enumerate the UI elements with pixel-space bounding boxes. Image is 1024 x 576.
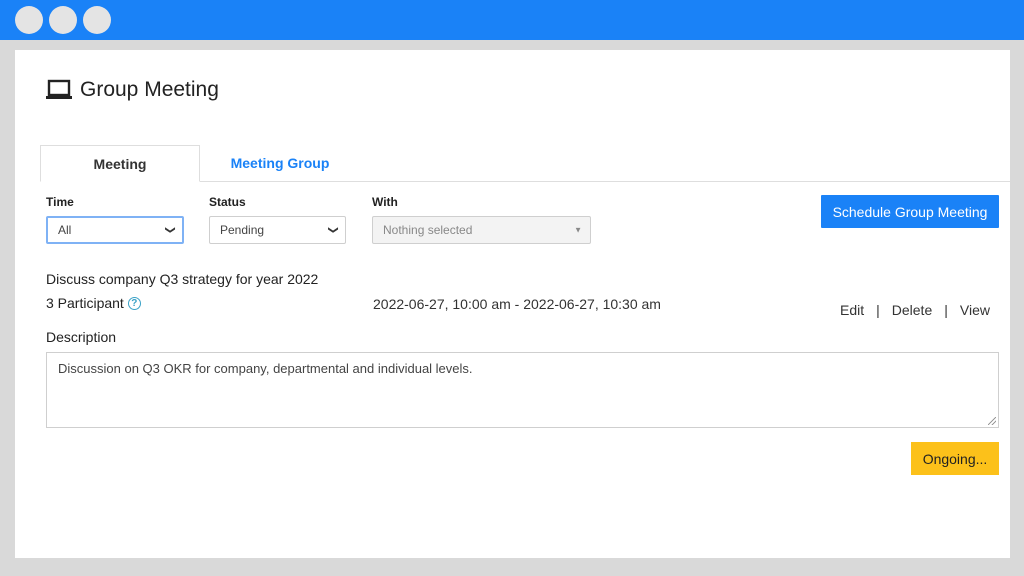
description-label: Description [46,329,117,345]
window-close-button[interactable] [15,6,43,34]
status-select-value: Pending [220,223,265,237]
meeting-actions: Edit | Delete | View [840,302,990,318]
page-header: Group Meeting [46,77,219,103]
resize-handle-icon[interactable] [988,417,996,425]
time-filter-label: Time [46,195,74,209]
meeting-time-range: 2022-06-27, 10:00 am - 2022-06-27, 10:30… [373,296,661,312]
participants-label: 3 Participant [46,295,124,311]
with-select-value: Nothing selected [383,223,473,237]
divider: | [944,302,948,318]
delete-link[interactable]: Delete [892,302,932,318]
chevron-down-icon: ❯ [164,225,176,235]
status-filter-label: Status [209,195,246,209]
help-icon[interactable]: ? [127,296,141,310]
laptop-icon [46,79,72,99]
main-panel: Group Meeting Meeting Meeting Group Time… [15,50,1010,558]
ongoing-status-button[interactable]: Ongoing... [911,442,999,475]
time-select[interactable]: All ❯ [46,216,184,244]
chevron-down-icon: ❯ [327,225,339,235]
with-select[interactable]: Nothing selected ▼ [372,216,591,244]
window-titlebar [0,0,1024,40]
time-select-value: All [58,223,72,237]
description-text: Discussion on Q3 OKR for company, depart… [58,361,473,376]
description-textarea[interactable]: Discussion on Q3 OKR for company, depart… [46,352,999,428]
schedule-group-meeting-button[interactable]: Schedule Group Meeting [821,195,999,228]
divider: | [876,302,880,318]
tab-meeting-group[interactable]: Meeting Group [215,145,345,181]
caret-down-icon: ▼ [574,225,582,235]
view-link[interactable]: View [960,302,990,318]
with-filter-label: With [372,195,398,209]
edit-link[interactable]: Edit [840,302,864,318]
window-minimize-button[interactable] [49,6,77,34]
status-select[interactable]: Pending ❯ [209,216,346,244]
participants-count: 3 Participant ? [46,295,141,311]
window-maximize-button[interactable] [83,6,111,34]
tab-meeting[interactable]: Meeting [40,145,200,182]
page-title: Group Meeting [80,78,219,101]
tab-bar: Meeting Meeting Group [40,145,1010,182]
meeting-title: Discuss company Q3 strategy for year 202… [46,271,319,287]
